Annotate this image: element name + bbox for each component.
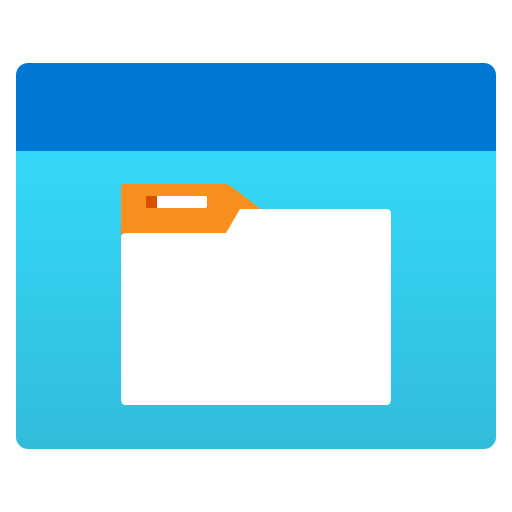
app-icon-canvas bbox=[0, 0, 512, 512]
folder-label-mark bbox=[146, 196, 157, 208]
folder-icon bbox=[121, 184, 391, 405]
folder-sheet bbox=[121, 209, 391, 405]
